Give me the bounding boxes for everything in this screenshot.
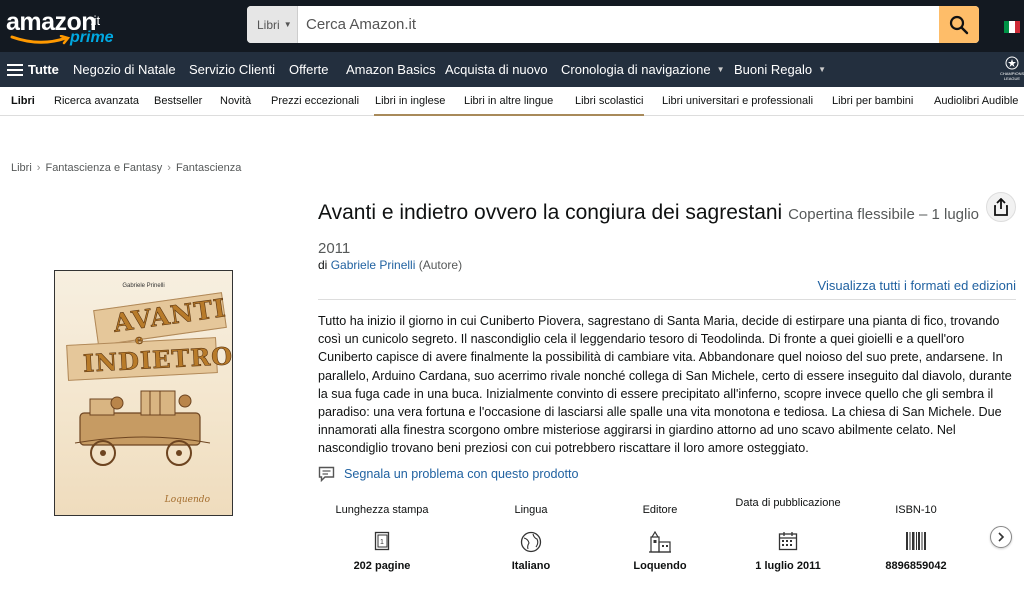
product-details-carousel: Lunghezza stampa 1 202 pagine Lingua Ita… (318, 492, 994, 582)
champions-league-label: CHAMPIONS LEAGUE (1000, 71, 1024, 81)
breadcrumb-separator: › (167, 162, 171, 174)
detail-publisher: Editore Loquendo (596, 492, 724, 582)
report-problem-link[interactable]: Segnala un problema con questo prodotto (318, 465, 579, 483)
barcode-icon (852, 531, 980, 553)
subnav-libri-scolastici[interactable]: Libri scolastici (575, 87, 643, 115)
nav-item-servizio-clienti[interactable]: Servizio Clienti (189, 52, 275, 87)
top-header: amazon .it prime Libri ▼ (0, 0, 1024, 52)
detail-value: 1 luglio 2011 (755, 560, 821, 572)
subnav-bestseller[interactable]: Bestseller (154, 87, 202, 115)
report-problem-label: Segnala un problema con questo prodotto (344, 467, 579, 481)
smile-arrow-icon (10, 35, 71, 45)
nav-item-buoni-regalo[interactable]: Buoni Regalo ▼ (734, 52, 826, 87)
svg-text:1: 1 (380, 539, 384, 546)
subnav-novita[interactable]: Novità (220, 87, 251, 115)
search-button[interactable] (939, 6, 979, 43)
byline: di Gabriele Prinelli (Autore) (318, 258, 462, 272)
detail-value: 202 pagine (353, 560, 411, 572)
subnav-libri-altre-lingue[interactable]: Libri in altre lingue (464, 87, 553, 115)
logo-prime: prime (70, 29, 114, 46)
subnav-libri-bambini[interactable]: Libri per bambini (832, 87, 913, 115)
breadcrumb-item[interactable]: Fantascienza (176, 162, 241, 174)
champions-league-badge[interactable]: CHAMPIONS LEAGUE (1000, 54, 1024, 86)
italy-flag-icon[interactable] (1004, 21, 1020, 33)
breadcrumb-separator: › (36, 162, 41, 174)
starball-icon (1005, 56, 1019, 70)
product-title-text: Avanti e indietro ovvero la congiura dei… (318, 201, 783, 224)
nav-item-cronologia[interactable]: Cronologia di navigazione ▼ (561, 52, 725, 87)
subnav-audiolibri[interactable]: Audiolibri Audible (934, 87, 1018, 115)
search-category-label: Libri (257, 17, 280, 32)
nav-buoni-label: Buoni Regalo (734, 62, 813, 77)
detail-value: Italiano (511, 560, 551, 572)
subnav-libri[interactable]: Libri (11, 87, 35, 115)
breadcrumb-item[interactable]: Libri (11, 162, 32, 174)
amazon-prime-logo[interactable]: amazon .it prime (6, 8, 114, 48)
books-subnav: Libri Ricerca avanzata Bestseller Novità… (0, 87, 1024, 116)
chevron-down-icon: ▼ (283, 20, 292, 29)
nav-item-acquista-di-nuovo[interactable]: Acquista di nuovo (445, 52, 548, 87)
chevron-down-icon: ▼ (818, 65, 826, 74)
logo-tld: .it (90, 13, 101, 28)
nav-item-negozio-natale[interactable]: Negozio di Natale (73, 52, 176, 87)
feedback-icon (318, 466, 335, 482)
subnav-prezzi-eccezionali[interactable]: Prezzi eccezionali (271, 87, 359, 115)
search-bar: Libri ▼ (247, 6, 979, 43)
breadcrumb-item[interactable]: Fantascienza e Fantasy (45, 162, 162, 174)
chevron-down-icon: ▼ (716, 65, 725, 74)
author-link[interactable]: Gabriele Prinelli (331, 258, 416, 272)
promo-strip (374, 114, 644, 116)
hamburger-icon (7, 61, 23, 79)
subnav-libri-universitari[interactable]: Libri universitari e professionali (662, 87, 813, 115)
cover-author: Gabriele Prinelli (122, 283, 165, 289)
search-input[interactable] (298, 6, 939, 43)
detail-publication-date: Data di pubblicazione 1 luglio 2011 (724, 492, 852, 582)
globe-icon (467, 531, 595, 553)
nav-all-label: Tutte (28, 62, 59, 77)
building-icon (596, 531, 724, 553)
subnav-libri-inglese[interactable]: Libri in inglese (375, 87, 445, 115)
nav-cronologia-label: Cronologia di navigazione (561, 62, 711, 77)
subnav-ricerca-avanzata[interactable]: Ricerca avanzata (54, 87, 139, 115)
search-category-dropdown[interactable]: Libri ▼ (247, 6, 298, 43)
share-button[interactable] (986, 192, 1016, 222)
detail-value: Loquendo (633, 560, 687, 572)
carousel-next-button[interactable] (990, 526, 1012, 548)
calendar-icon (724, 531, 852, 553)
product-title: Avanti e indietro ovvero la congiura dei… (318, 197, 983, 265)
all-formats-link[interactable]: Visualizza tutti i formati ed edizioni (818, 278, 1016, 293)
detail-language: Lingua Italiano (467, 492, 595, 582)
divider (318, 299, 1016, 300)
detail-label: Lingua (514, 504, 548, 516)
detail-label: ISBN-10 (895, 504, 937, 516)
book-pages-icon: 1 (318, 531, 446, 553)
cover-illustration (74, 390, 211, 466)
chevron-right-icon (998, 532, 1005, 542)
byline-prefix: di (318, 258, 328, 272)
search-icon (949, 15, 969, 34)
main-nav: Tutte Negozio di Natale Servizio Clienti… (0, 52, 1024, 87)
nav-all-menu[interactable]: Tutte (7, 52, 59, 87)
breadcrumb: Libri › Fantascienza e Fantasy › Fantascienz… (11, 162, 241, 174)
product-description: Tutto ha inizio il giorno in cui Cuniber… (318, 314, 1012, 456)
author-role: (Autore) (418, 258, 463, 272)
detail-print-length: Lunghezza stampa 1 202 pagine (318, 492, 446, 582)
cover-publisher: Loquendo (164, 495, 210, 505)
share-icon (994, 198, 1008, 216)
detail-label: Data di pubblicazione (735, 497, 841, 509)
nav-item-amazon-basics[interactable]: Amazon Basics (346, 52, 436, 87)
detail-isbn10: ISBN-10 8896859042 (852, 492, 980, 582)
nav-item-offerte[interactable]: Offerte (289, 52, 329, 87)
detail-label: Lunghezza stampa (335, 504, 429, 516)
detail-value: 8896859042 (885, 560, 947, 572)
book-cover-image[interactable]: Gabriele Prinelli AVANTI e INDIETRO Loqu… (54, 270, 233, 516)
detail-label: Editore (642, 504, 678, 516)
